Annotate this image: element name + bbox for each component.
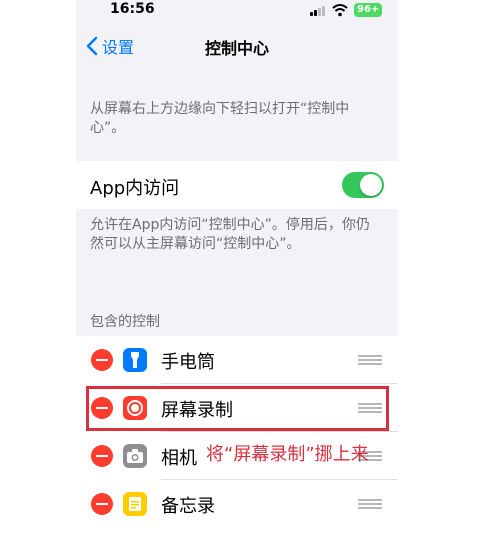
included-controls-list: 手电筒 屏幕录制 相机 备忘录 — [76, 336, 398, 533]
remove-button[interactable] — [91, 349, 113, 371]
control-row-notes: 备忘录 — [76, 480, 398, 528]
status-time: 16:56 — [110, 1, 155, 17]
flashlight-icon — [123, 348, 147, 372]
remove-button[interactable] — [91, 493, 113, 515]
cellular-signal-icon — [310, 6, 326, 16]
highlight-box — [86, 386, 389, 431]
navigation-bar: 设置 控制中心 — [76, 28, 398, 62]
remove-button[interactable] — [91, 445, 113, 467]
notes-icon — [123, 492, 147, 516]
toggle-knob — [360, 174, 382, 196]
app-access-label: App内访问 — [90, 178, 180, 199]
app-access-toggle[interactable] — [342, 172, 384, 198]
status-bar: 16:56 96+ — [76, 0, 398, 24]
control-label: 相机 — [161, 448, 197, 469]
battery-indicator: 96+ — [354, 3, 383, 17]
app-access-row: App内访问 — [76, 161, 398, 209]
control-label: 手电筒 — [161, 352, 215, 373]
page-title: 控制中心 — [204, 39, 269, 58]
reorder-handle-icon[interactable] — [358, 354, 382, 366]
section-header-included-controls: 包含的控制 — [90, 314, 160, 330]
control-label: 备忘录 — [161, 496, 215, 517]
app-access-description: 允许在App内访问“控制中心”。停用后，你仍然可以从主屏幕访问“控制中心”。 — [90, 217, 370, 252]
intro-description: 从屏幕右上方边缘向下轻扫以打开“控制中心”。 — [90, 101, 350, 136]
wifi-icon — [332, 4, 348, 17]
control-row-flashlight: 手电筒 — [76, 336, 398, 384]
camera-icon — [123, 444, 147, 468]
annotation-text: 将“屏幕录制”挪上来 — [206, 444, 369, 465]
reorder-handle-icon[interactable] — [358, 498, 382, 510]
